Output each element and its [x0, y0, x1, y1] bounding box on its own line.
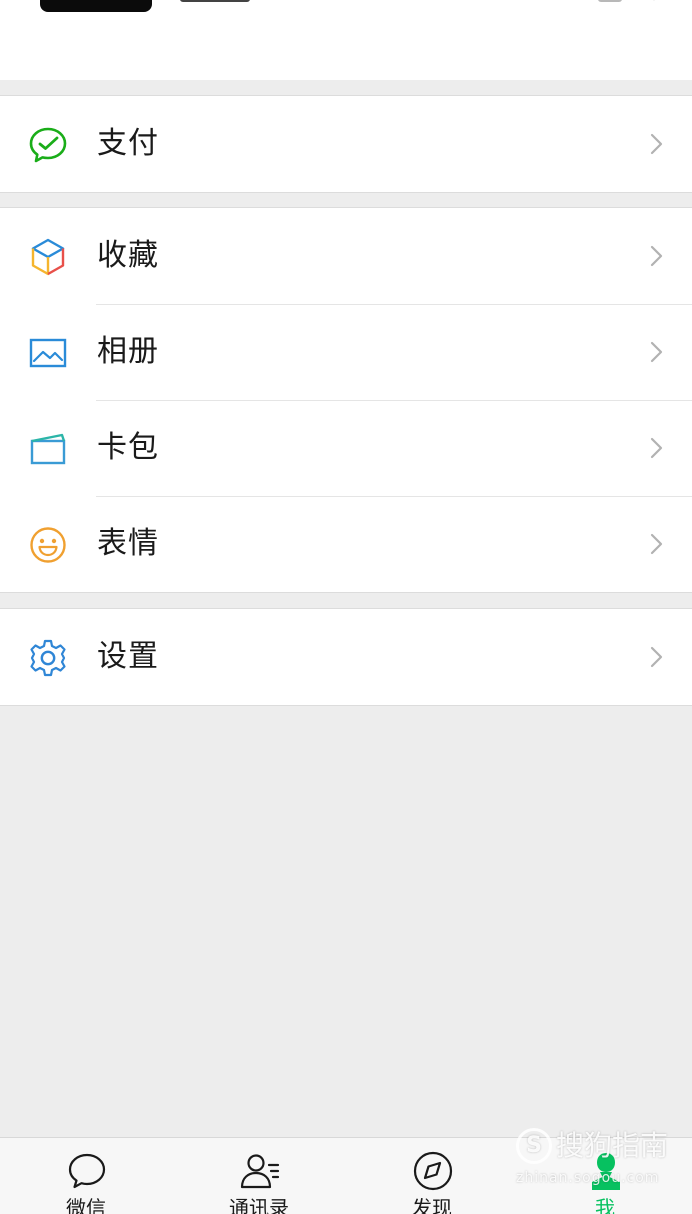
menu-item-settings[interactable]: 设置 [0, 609, 692, 705]
menu-item-label: 卡包 [97, 430, 159, 466]
chevron-right-icon [644, 132, 668, 156]
menu-item-cards[interactable]: 卡包 [0, 400, 692, 496]
smiley-face-icon [28, 525, 68, 565]
menu-group-pay: 支付 [0, 95, 692, 193]
menu-item-pay[interactable]: 支付 [0, 96, 692, 192]
wechat-pay-icon [28, 125, 68, 165]
tab-label: 发现 [372, 1196, 492, 1214]
gear-icon [28, 638, 68, 678]
chevron-right-icon [644, 532, 668, 556]
card-wallet-icon [28, 429, 68, 469]
profile-header[interactable] [0, 0, 692, 80]
chat-bubble-icon [66, 1150, 108, 1192]
chevron-right-icon [644, 645, 668, 669]
tab-label: 我 [545, 1196, 665, 1214]
profile-name-fragment [180, 0, 250, 2]
menu-group-settings: 设置 [0, 608, 692, 706]
chevron-right-icon [644, 436, 668, 460]
menu-item-stickers[interactable]: 表情 [0, 496, 692, 592]
chevron-right-icon [644, 340, 668, 364]
tab-label: 微信 [26, 1196, 146, 1214]
tab-me[interactable]: 我 [545, 1138, 665, 1214]
me-person-icon [585, 1150, 627, 1192]
contacts-icon [239, 1150, 281, 1192]
favorites-cube-icon [28, 237, 68, 277]
qr-code-fragment [598, 0, 622, 2]
tab-discover[interactable]: 发现 [372, 1138, 492, 1214]
bottom-tab-bar: 微信 通讯录 发现 我 [0, 1137, 692, 1214]
tab-label: 通讯录 [199, 1196, 319, 1214]
menu-item-favorites[interactable]: 收藏 [0, 208, 692, 304]
tab-chats[interactable]: 微信 [26, 1138, 146, 1214]
menu-item-label: 设置 [97, 639, 159, 675]
avatar [40, 0, 152, 12]
tab-contacts[interactable]: 通讯录 [199, 1138, 319, 1214]
chevron-right-icon [644, 244, 668, 268]
photo-album-icon [28, 333, 68, 373]
menu-item-label: 收藏 [97, 238, 159, 274]
menu-item-label: 支付 [97, 126, 159, 162]
compass-icon [412, 1150, 454, 1192]
menu-item-label: 表情 [97, 526, 159, 562]
menu-item-album[interactable]: 相册 [0, 304, 692, 400]
menu-group-main: 收藏 相册 卡包 [0, 207, 692, 593]
menu-item-label: 相册 [97, 334, 159, 370]
